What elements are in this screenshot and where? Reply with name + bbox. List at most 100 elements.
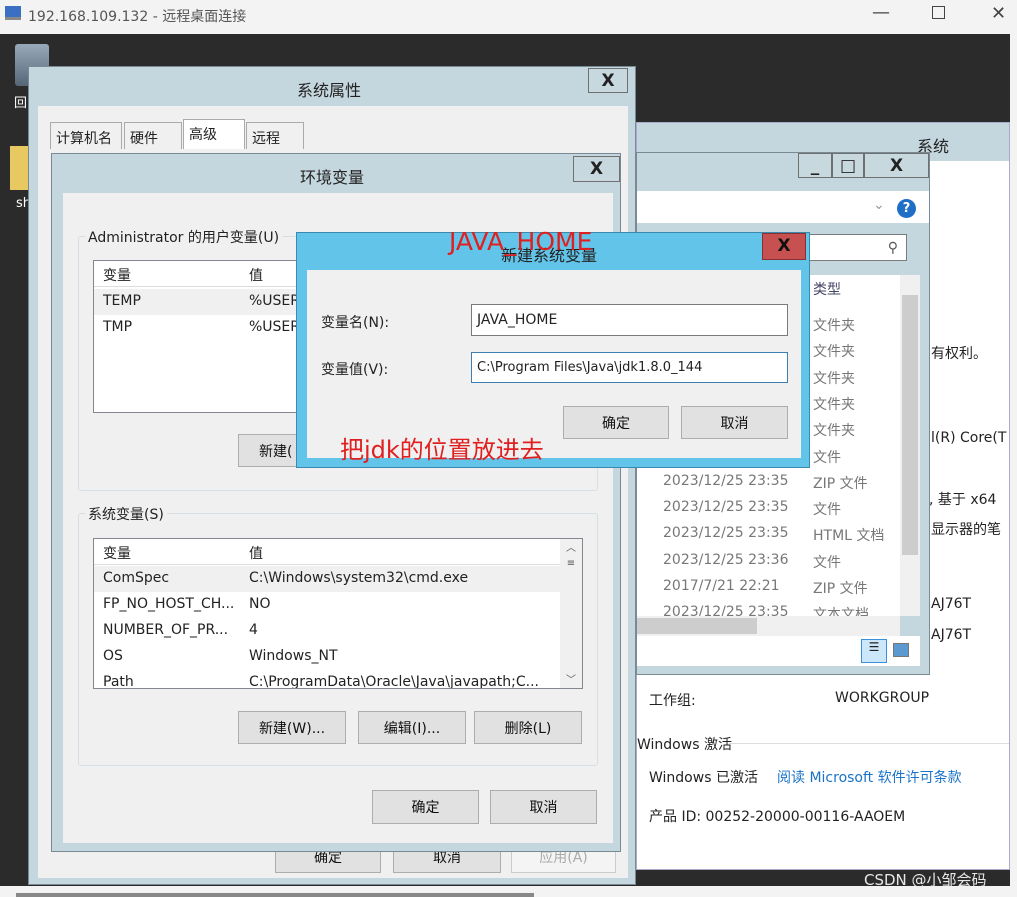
- list-item[interactable]: NUMBER_OF_PR... 4: [94, 618, 582, 644]
- scroll-thumb: [902, 295, 918, 555]
- watermark: CSDN @小邹会码: [864, 871, 987, 889]
- file-type: 文件: [813, 502, 841, 519]
- close-button[interactable]: X: [573, 156, 620, 182]
- desktop-icon-label: 回: [14, 96, 28, 111]
- preview-view-icon[interactable]: [893, 643, 909, 657]
- close-button[interactable]: ✕: [991, 3, 1006, 24]
- rdp-app-icon: [5, 6, 21, 20]
- ok-button[interactable]: 确定: [372, 790, 479, 824]
- variable-value-input[interactable]: C:\Program Files\Java\jdk1.8.0_144: [471, 352, 788, 383]
- system-delete-button[interactable]: 删除(L): [474, 711, 582, 744]
- horizontal-scrollbar[interactable]: [637, 616, 900, 636]
- partial-text: 显示器的笔: [931, 522, 1001, 538]
- system-variables-label: 系统变量(S): [85, 504, 167, 524]
- var-name: OS: [103, 648, 123, 664]
- file-type: 文件: [813, 554, 841, 571]
- file-row[interactable]: 2023/12/25 23:35 文件: [637, 497, 900, 523]
- partial-text: AJ76T: [931, 596, 972, 612]
- partial-text: l(R) Core(T: [931, 430, 1007, 446]
- var-name: TEMP: [103, 293, 141, 309]
- list-item[interactable]: OS Windows_NT: [94, 644, 582, 670]
- ribbon: [637, 191, 929, 223]
- file-type: 文件夹: [813, 318, 855, 334]
- search-input[interactable]: ⚲: [801, 234, 907, 261]
- system-edit-button[interactable]: 编辑(I)...: [358, 711, 466, 744]
- details-view-icon[interactable]: ☰: [861, 639, 887, 663]
- file-type: 文件夹: [813, 370, 855, 387]
- maximize-button[interactable]: [932, 6, 945, 19]
- var-name: FP_NO_HOST_CH...: [103, 596, 235, 612]
- user-variables-list[interactable]: 变量 值 TEMP %USER TMP %USER: [93, 260, 313, 413]
- system-variables-list[interactable]: 变量 值 ComSpec C:\Windows\system32\cmd.exe FP…: [93, 538, 583, 689]
- bottom-scrollbar[interactable]: [16, 893, 534, 897]
- partial-text: 有权利。: [931, 346, 987, 362]
- var-value: C:\ProgramData\Oracle\Java\javapath;C...: [249, 674, 539, 689]
- tab-0[interactable]: 计算机名: [50, 122, 122, 149]
- var-value: 4: [249, 622, 258, 638]
- file-date: 2023/12/25 23:36: [663, 551, 789, 568]
- file-type: 文件夹: [813, 396, 855, 413]
- cancel-button[interactable]: 取消: [490, 790, 597, 824]
- file-type: 文件夹: [813, 423, 855, 440]
- tab-3[interactable]: 远程: [246, 122, 304, 149]
- chevron-down-icon[interactable]: ⌄: [873, 197, 885, 213]
- list-item[interactable]: FP_NO_HOST_CH... NO: [94, 592, 582, 618]
- column-type[interactable]: 类型: [813, 279, 841, 299]
- col-val[interactable]: 值: [249, 265, 263, 285]
- file-row[interactable]: 2017/7/21 22:21 ZIP 文件: [637, 576, 900, 602]
- col-var[interactable]: 变量: [103, 543, 131, 563]
- cancel-button[interactable]: 取消: [681, 406, 788, 439]
- system-new-button[interactable]: 新建(W)...: [238, 711, 346, 744]
- rdp-titlebar: 192.168.109.132 - 远程桌面连接 — ✕: [0, 0, 1017, 34]
- help-icon[interactable]: ?: [897, 199, 916, 218]
- annotation-instruction: 把jdk的位置放进去: [340, 436, 544, 464]
- product-id: 产品 ID: 00252-20000-00116-AAOEM: [649, 809, 906, 825]
- file-type: HTML 文档: [813, 528, 885, 545]
- list-item[interactable]: ComSpec C:\Windows\system32\cmd.exe: [94, 566, 582, 592]
- minimize-button[interactable]: _: [798, 153, 832, 178]
- file-date: 2023/12/25 23:35: [663, 525, 789, 542]
- close-button[interactable]: X: [864, 153, 929, 178]
- tab-2[interactable]: 高级: [183, 119, 245, 149]
- file-row[interactable]: 2023/12/25 23:35 HTML 文档: [637, 523, 900, 549]
- col-var[interactable]: 变量: [103, 265, 131, 285]
- var-value: %USER: [249, 319, 301, 335]
- file-date: 2023/12/25 23:35: [663, 499, 789, 516]
- file-date: 2023/12/25 23:35: [663, 472, 789, 489]
- file-type: 文件夹: [813, 344, 855, 361]
- license-link[interactable]: 阅读 Microsoft 软件许可条款: [777, 767, 962, 787]
- file-type: 文件: [813, 449, 841, 466]
- close-button[interactable]: X: [588, 68, 628, 93]
- variable-name-input[interactable]: JAVA_HOME: [471, 304, 788, 336]
- ok-button[interactable]: 确定: [563, 406, 669, 439]
- list-item[interactable]: TEMP %USER: [94, 289, 312, 315]
- tab-1[interactable]: 硬件: [124, 122, 182, 149]
- scroll-thumb: [637, 618, 757, 634]
- minimize-button[interactable]: —: [872, 2, 890, 23]
- rdp-title: 192.168.109.132 - 远程桌面连接: [28, 9, 247, 25]
- file-row[interactable]: 2023/12/25 23:35 ZIP 文件: [637, 471, 900, 497]
- variable-name-label: 变量名(N):: [321, 315, 390, 331]
- user-variables-label: Administrator 的用户变量(U): [85, 227, 283, 247]
- partial-text: AJ76T: [931, 627, 972, 643]
- var-name: ComSpec: [103, 570, 170, 586]
- variable-value-label: 变量值(V):: [321, 362, 389, 378]
- partial-text: , 基于 x64: [929, 492, 997, 508]
- file-type: ZIP 文件: [813, 581, 868, 597]
- var-value: Windows_NT: [249, 648, 338, 664]
- var-name: Path: [103, 674, 134, 689]
- list-item[interactable]: Path C:\ProgramData\Oracle\Java\javapath;…: [94, 670, 582, 689]
- activation-status: Windows 已激活: [649, 770, 758, 786]
- col-val[interactable]: 值: [249, 543, 263, 563]
- var-name: NUMBER_OF_PR...: [103, 622, 229, 638]
- file-row[interactable]: 2023/12/25 23:36 文件: [637, 550, 900, 576]
- list-item[interactable]: TMP %USER: [94, 315, 312, 341]
- close-button[interactable]: X: [762, 233, 806, 260]
- dialog-title: 环境变量: [300, 168, 365, 187]
- file-date: 2017/7/21 22:21: [663, 578, 780, 594]
- annotation-java-home: JAVA_HOME: [449, 227, 593, 256]
- list-header: 变量 值: [94, 261, 312, 287]
- maximize-button[interactable]: □: [832, 153, 864, 178]
- vertical-scrollbar[interactable]: ︿ ≡ ﹀: [560, 539, 582, 688]
- vertical-scrollbar[interactable]: [900, 275, 920, 616]
